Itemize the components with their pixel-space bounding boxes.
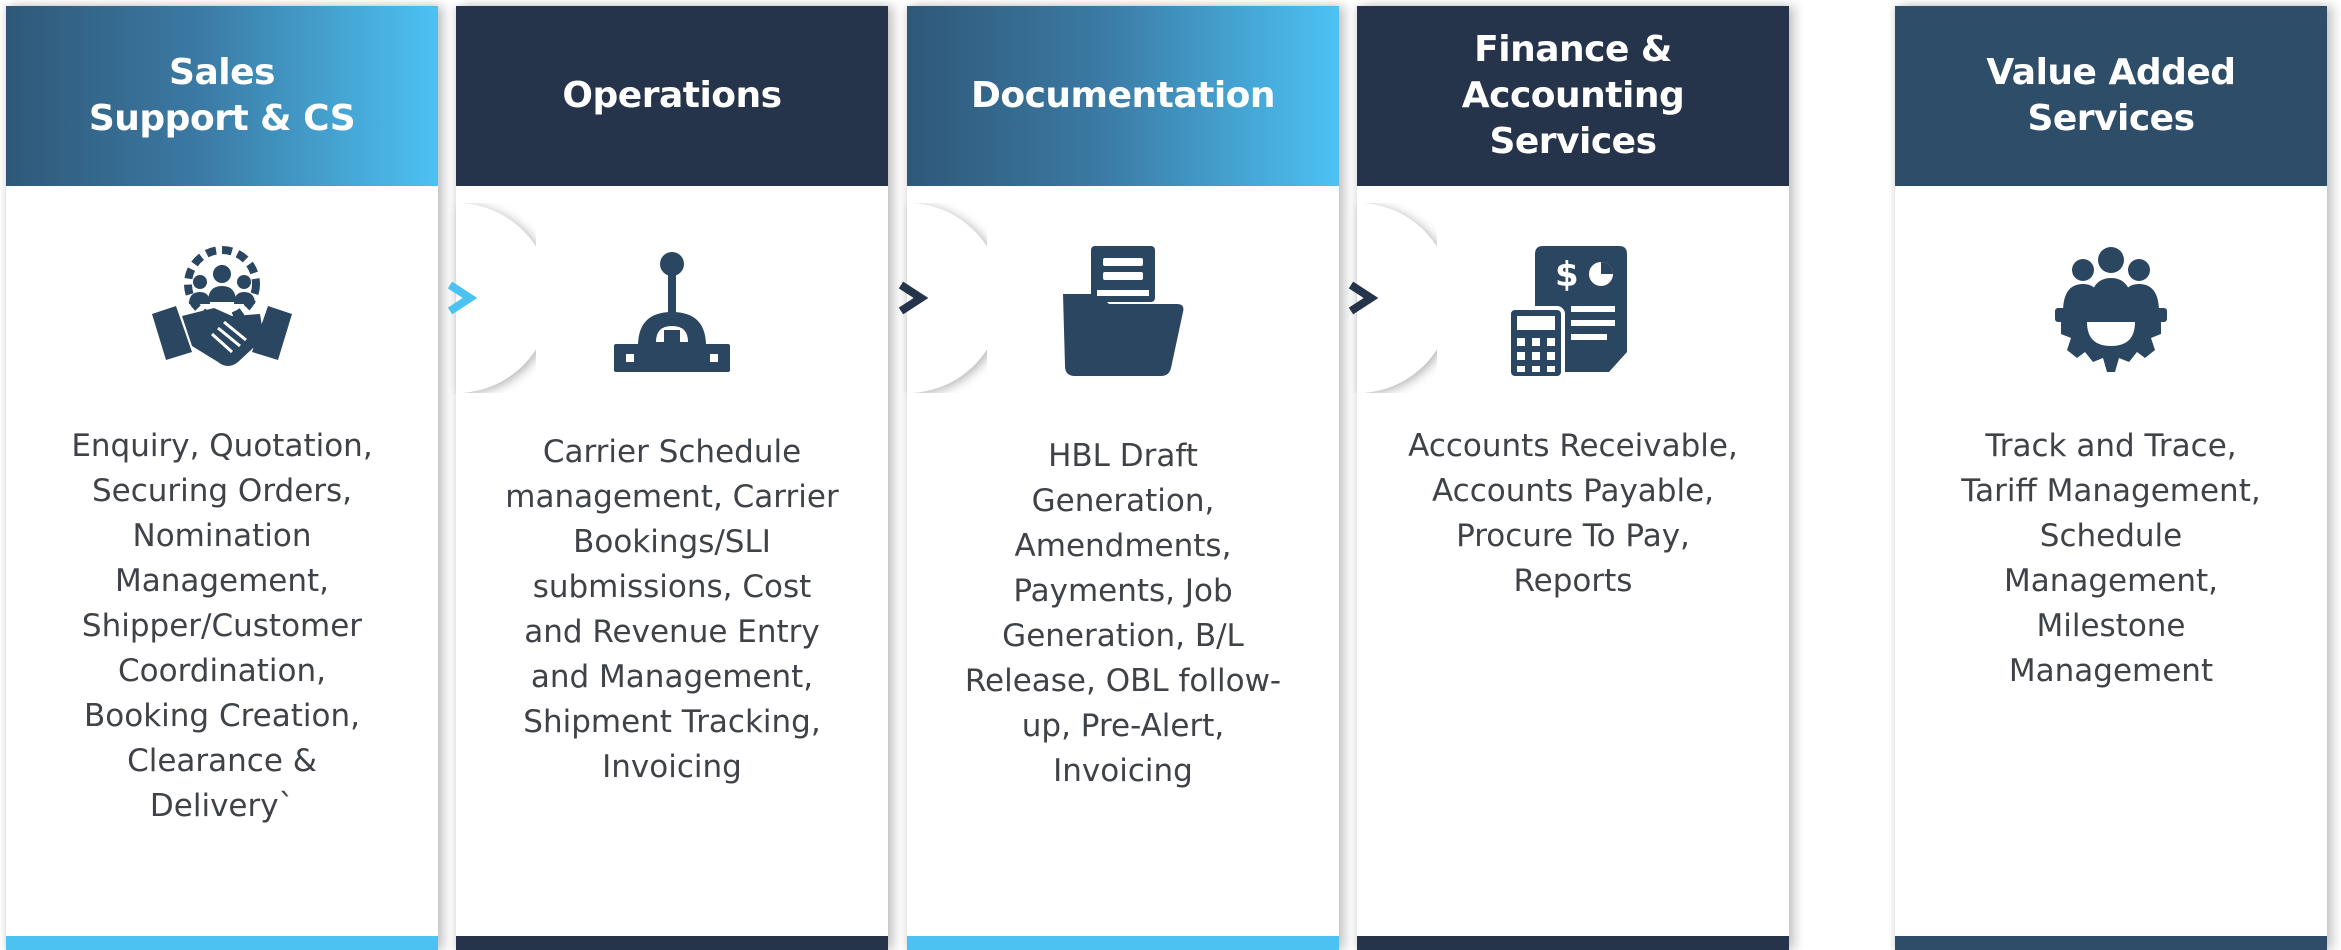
connector-arrow-1	[436, 203, 536, 393]
connector-arrow-2	[887, 203, 987, 393]
column-description: Carrier Schedule management, Carrier Boo…	[505, 434, 839, 785]
column-description: Accounts Receivable, Accounts Payable, P…	[1408, 428, 1738, 599]
column-documentation: Documentation HBL Draft Generation, Amen…	[907, 6, 1339, 950]
column-value-added-services: Value Added Services Track and Trace, Ta…	[1895, 6, 2327, 950]
column-description: Enquiry, Quotation, Securing Orders, Nom…	[71, 428, 373, 824]
calculator-invoice-icon: $	[1503, 242, 1643, 382]
column-header: Operations	[456, 6, 888, 186]
column-description: Track and Trace, Tariff Management, Sche…	[1961, 428, 2261, 689]
column-header: Sales Support & CS	[6, 6, 438, 186]
column-footer-bar	[456, 936, 888, 950]
column-sales-support: Sales Support & CS Enquiry, Quotation, S…	[6, 6, 438, 950]
column-footer-bar	[1357, 936, 1789, 950]
document-folder-icon	[1053, 242, 1193, 382]
team-gear-icon	[2041, 242, 2181, 382]
connector-arrow-3	[1337, 203, 1437, 393]
column-title: Finance & Accounting Services	[1461, 29, 1685, 162]
column-header: Finance & Accounting Services	[1357, 6, 1789, 186]
column-title: Sales Support & CS	[88, 52, 356, 139]
column-finance-accounting: Finance & Accounting Services $ Accounts…	[1357, 6, 1789, 950]
column-title: Documentation	[970, 75, 1276, 116]
column-operations: Operations Carrier Schedule management, …	[456, 6, 888, 950]
column-description: HBL Draft Generation, Amendments, Paymen…	[964, 438, 1282, 789]
process-diagram: Sales Support & CS Enquiry, Quotation, S…	[0, 0, 2341, 950]
column-title: Operations	[562, 75, 782, 116]
handshake-team-icon	[152, 242, 292, 382]
column-footer-bar	[6, 936, 438, 950]
column-title: Value Added Services	[1986, 52, 2236, 139]
column-footer-bar	[907, 936, 1339, 950]
svg-text:$: $	[1555, 255, 1579, 295]
column-header: Documentation	[907, 6, 1339, 186]
column-header: Value Added Services	[1895, 6, 2327, 186]
column-footer-bar	[1895, 936, 2327, 950]
joystick-control-icon	[602, 242, 742, 382]
